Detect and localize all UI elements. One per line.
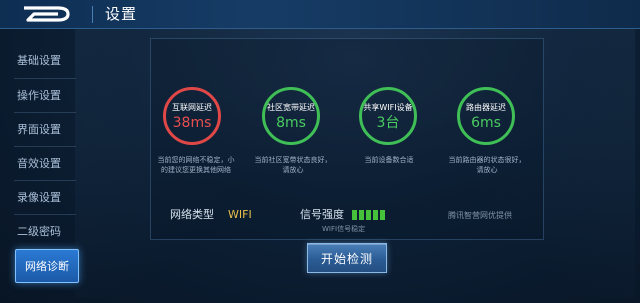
community-latency-gauge: 社区宽带延迟 8ms <box>262 87 320 145</box>
gauge-title: 互联网延迟 <box>172 103 212 112</box>
gauge-value: 8ms <box>276 115 306 131</box>
desc-line: 当前设备数合适 <box>364 156 414 164</box>
settings-screen: 设置 基础设置 操作设置 界面设置 音效设置 录像设置 二级密码 网络诊断 互联… <box>0 0 640 303</box>
internet-latency-desc: 当前您的网络不稳定，小 的建议您更换其他网络 <box>150 155 242 175</box>
gauge-value: 6ms <box>471 115 501 131</box>
sidebar-divider <box>14 146 76 147</box>
sidebar-item-replay[interactable]: 录像设置 <box>0 182 78 212</box>
sidebar-item-password[interactable]: 二级密码 <box>0 216 78 246</box>
signal-strength-bars <box>352 210 385 220</box>
signal-note: WIFI信号稳定 <box>322 225 366 233</box>
signal-bar <box>352 210 357 220</box>
sidebar-item-sound[interactable]: 音效设置 <box>0 148 78 178</box>
sidebar-item-interface[interactable]: 界面设置 <box>0 114 78 144</box>
network-type-value: WIFI <box>228 208 252 221</box>
page-title: 设置 <box>105 5 138 23</box>
desc-line: 当前社区宽带状态良好， <box>254 156 332 164</box>
desc-line: 的建议您更换其他网络 <box>161 166 231 174</box>
sidebar: 基础设置 操作设置 界面设置 音效设置 录像设置 二级密码 网络诊断 <box>0 28 82 303</box>
router-latency-gauge: 路由器延迟 6ms <box>457 87 515 145</box>
network-type-label: 网络类型 <box>170 208 214 221</box>
back-button[interactable] <box>18 4 80 24</box>
shared-wifi-gauge: 共享WIFI设备 3台 <box>359 87 417 145</box>
shared-wifi-desc: 当前设备数合适 <box>343 155 435 165</box>
sidebar-divider <box>14 214 76 215</box>
sidebar-item-controls[interactable]: 操作设置 <box>0 80 78 110</box>
community-latency-desc: 当前社区宽带状态良好， 请放心 <box>247 155 339 175</box>
desc-line: 当前您的网络不稳定，小 <box>157 156 235 164</box>
desc-line: 当前路由器的状态很好， <box>448 156 526 164</box>
desc-line: 请放心 <box>282 166 304 174</box>
sidebar-item-basic[interactable]: 基础设置 <box>0 45 78 75</box>
desc-line: 请放心 <box>476 166 498 174</box>
router-latency-desc: 当前路由器的状态很好， 请放心 <box>441 155 533 175</box>
gauge-value: 38ms <box>172 115 212 131</box>
sidebar-divider <box>14 112 76 113</box>
sidebar-divider <box>14 78 76 79</box>
gauge-title: 共享WIFI设备 <box>363 103 413 112</box>
back-arrow-icon <box>24 6 70 22</box>
signal-bar <box>359 210 364 220</box>
header-divider <box>92 6 93 23</box>
start-diagnosis-button[interactable]: 开始检测 <box>307 243 387 273</box>
signal-bar <box>366 210 371 220</box>
gauge-value: 3台 <box>376 115 400 131</box>
gauge-title: 路由器延迟 <box>466 103 506 112</box>
sidebar-item-network-diagnosis[interactable]: 网络诊断 <box>15 249 79 283</box>
internet-latency-gauge: 互联网延迟 38ms <box>163 87 221 145</box>
provider-note: 腾讯智营网优提供 <box>448 211 512 220</box>
sidebar-divider <box>14 180 76 181</box>
signal-strength-label: 信号强度 <box>300 208 344 221</box>
signal-bar <box>373 210 378 220</box>
header-bar: 设置 <box>0 0 640 29</box>
gauge-title: 社区宽带延迟 <box>267 103 315 112</box>
signal-bar <box>380 210 385 220</box>
